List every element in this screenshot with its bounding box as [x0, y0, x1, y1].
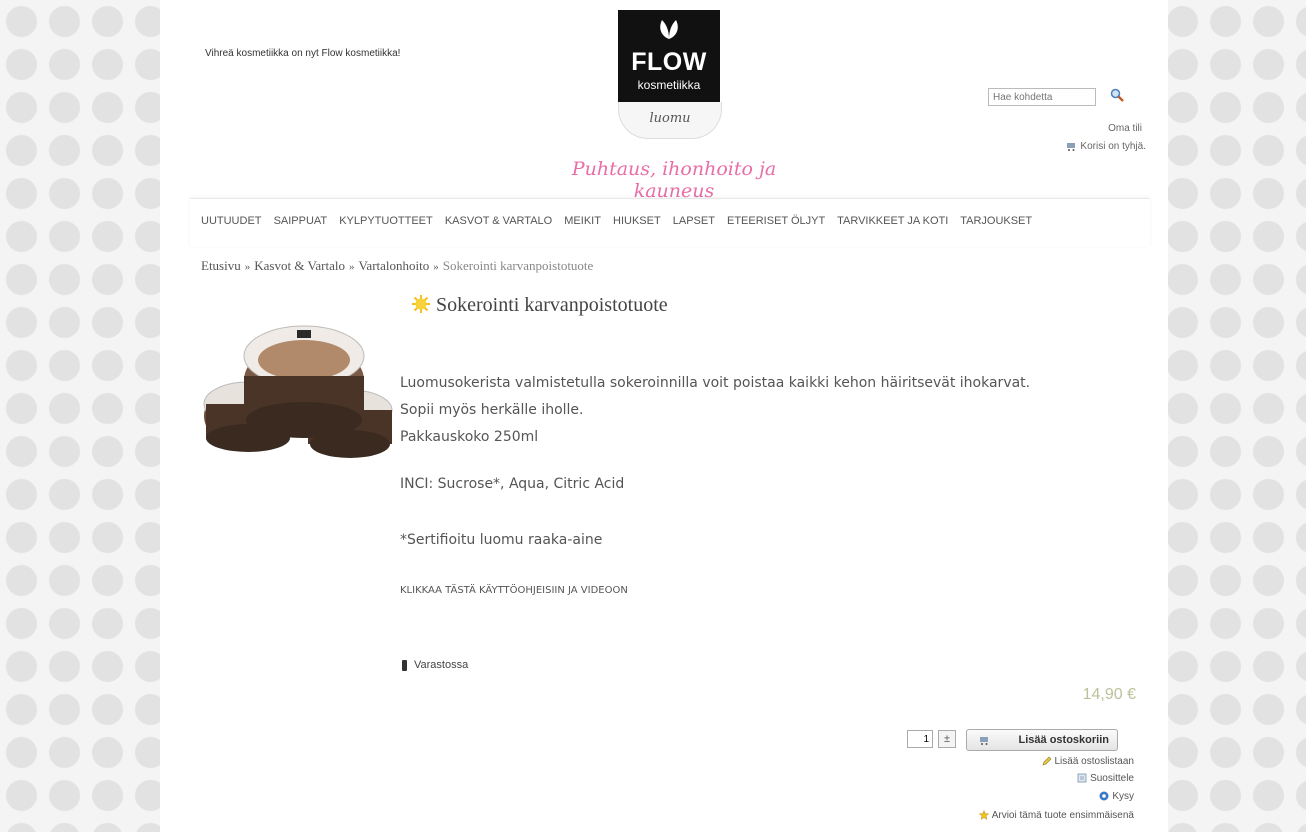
stock-status: Varastossa	[402, 659, 468, 671]
breadcrumb-home[interactable]: Etusivu	[201, 258, 241, 273]
star-icon	[978, 810, 989, 821]
breadcrumb-subcategory[interactable]: Vartalonhoito	[358, 258, 429, 273]
product-title: Sokerointi karvanpoistotuote	[411, 294, 668, 317]
help-icon	[1099, 791, 1109, 801]
breadcrumb-category[interactable]: Kasvot & Vartalo	[254, 258, 345, 273]
site-tagline: Puhtaus, ihonhoito ja kauneus	[571, 158, 777, 202]
promo-text: Vihreä kosmetiikka on nyt Flow kosmetiik…	[205, 48, 401, 59]
nav-item-kasvot-vartalo[interactable]: KASVOT & VARTALO	[445, 215, 552, 227]
pencil-icon	[1042, 756, 1051, 766]
stock-label: Varastossa	[414, 659, 469, 671]
product-title-text: Sokerointi karvanpoistotuote	[436, 294, 668, 316]
logo-tag: luomu	[618, 102, 722, 139]
add-to-wishlist-label: Lisää ostoslistaan	[1054, 756, 1135, 767]
recommend-label: Suosittele	[1090, 773, 1134, 784]
search-input[interactable]	[988, 88, 1096, 106]
review-label: Arvioi tämä tuote ensimmäisenä	[991, 810, 1134, 821]
quantity-stepper[interactable]: ±	[938, 730, 956, 748]
search-icon[interactable]	[1110, 88, 1124, 102]
cart-icon	[980, 737, 988, 745]
nav-item-eteeriset-oljyt[interactable]: ETEERISET ÖLJYT	[727, 215, 825, 227]
document-icon	[1077, 773, 1087, 783]
cart-icon	[1067, 142, 1076, 151]
cart-status-text: Korisi on tyhjä.	[1080, 141, 1146, 152]
breadcrumb-current: Sokerointi karvanpoistotuote	[442, 258, 594, 273]
review-link[interactable]: Arvioi tämä tuote ensimmäisenä	[978, 810, 1134, 821]
instructions-link[interactable]: KLIKKAA TÄSTÄ KÄYTTÖOHJEISIIN JA VIDEOON	[400, 585, 628, 596]
flow-logo[interactable]: FLOW kosmetiikka	[618, 10, 720, 102]
nav-item-lapset[interactable]: LAPSET	[673, 215, 715, 227]
nav-item-saippuat[interactable]: SAIPPUAT	[274, 215, 328, 227]
description-line: Pakkauskoko 250ml	[400, 429, 539, 445]
sun-icon	[412, 295, 430, 313]
nav-item-tarvikkeet-koti[interactable]: TARVIKKEET JA KOTI	[837, 215, 948, 227]
add-to-wishlist-link[interactable]: Lisää ostoslistaan	[1042, 756, 1135, 767]
quantity-input[interactable]	[907, 730, 933, 748]
add-to-cart-button[interactable]: Lisää ostoskoriin	[966, 729, 1118, 751]
breadcrumb-separator: »	[244, 261, 251, 273]
stock-icon	[402, 659, 407, 671]
breadcrumb-separator: »	[433, 261, 439, 273]
certification-note: *Sertifioitu luomu raaka-aine	[400, 532, 603, 548]
ask-label: Kysy	[1112, 791, 1134, 802]
description-line: Luomusokerista valmistetulla sokeroinnil…	[400, 375, 1031, 391]
page-container: Vihreä kosmetiikka on nyt Flow kosmetiik…	[160, 0, 1168, 832]
breadcrumb-separator: »	[348, 261, 355, 273]
nav-item-uutuudet[interactable]: UUTUUDET	[201, 215, 262, 227]
nav-item-hiukset[interactable]: HIUKSET	[613, 215, 661, 227]
cart-status[interactable]: Korisi on tyhjä.	[1066, 141, 1146, 152]
product-price: 14,90 €	[1082, 686, 1136, 703]
breadcrumb: Etusivu» Kasvot & Vartalo» Vartalonhoito» S…	[201, 258, 593, 274]
main-navigation: UUTUUDET SAIPPUAT KYLPYTUOTTEET KASVOT &…	[190, 198, 1150, 247]
product-description: Luomusokerista valmistetulla sokeroinnil…	[400, 370, 1160, 451]
logo-word: FLOW	[631, 48, 707, 76]
recommend-link[interactable]: Suosittele	[1077, 773, 1134, 784]
description-line: Sopii myös herkälle iholle.	[400, 402, 584, 418]
leaf-icon	[660, 20, 678, 39]
add-to-cart-label: Lisää ostoskoriin	[1018, 734, 1109, 746]
product-inci: INCI: Sucrose*, Aqua, Citric Acid	[400, 476, 625, 492]
ask-link[interactable]: Kysy	[1099, 791, 1134, 802]
product-image[interactable]	[200, 316, 396, 466]
logo-subtitle: kosmetiikka	[637, 78, 701, 92]
account-link[interactable]: Oma tili	[1108, 123, 1142, 134]
nav-item-tarjoukset[interactable]: TARJOUKSET	[960, 215, 1032, 227]
nav-item-kylpytuotteet[interactable]: KYLPYTUOTTEET	[339, 215, 433, 227]
nav-item-meikit[interactable]: MEIKIT	[564, 215, 601, 227]
